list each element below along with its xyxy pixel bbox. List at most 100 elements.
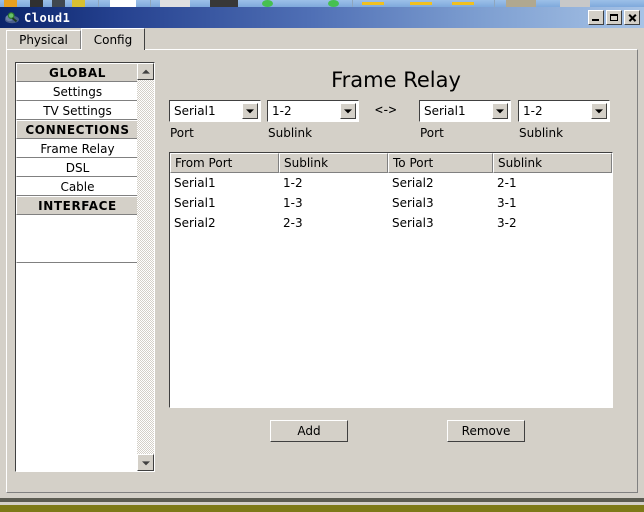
remove-button[interactable]: Remove <box>447 420 525 442</box>
column-header-from-sublink[interactable]: Sublink <box>279 153 388 173</box>
maximize-icon <box>607 11 621 24</box>
sidebar-item-dsl[interactable]: DSL <box>16 158 139 177</box>
column-header-label: From Port <box>175 156 233 170</box>
from-sublink-label: Sublink <box>268 126 313 140</box>
to-sublink-label: Sublink <box>519 126 564 140</box>
add-button-label: Add <box>297 424 321 438</box>
scroll-up-arrow-icon <box>141 69 150 74</box>
client-area: GLOBAL Settings TV Settings CONNECTIONS … <box>6 49 638 493</box>
maximize-button[interactable] <box>606 10 622 25</box>
cell-from-port: Serial1 <box>174 196 216 210</box>
page-title: Frame Relay <box>331 68 461 92</box>
close-button[interactable] <box>624 10 640 25</box>
from-sublink-select[interactable]: 1-2 <box>267 100 359 122</box>
scroll-down-button[interactable] <box>137 454 154 471</box>
toolbar-separator <box>150 0 151 7</box>
column-header-to-sublink[interactable]: Sublink <box>493 153 612 173</box>
toolbar-separator <box>494 0 495 7</box>
sidebar-item-frame-relay[interactable]: Frame Relay <box>16 139 139 158</box>
window-title: Cloud1 <box>24 10 71 25</box>
to-port-value: Serial1 <box>424 104 466 118</box>
sidebar-item-settings[interactable]: Settings <box>16 82 139 101</box>
cell-to-sublink: 2-1 <box>497 176 517 190</box>
toolbar-icon <box>560 0 590 7</box>
toolbar-icon <box>362 2 384 5</box>
toolbar-icon <box>30 0 43 7</box>
cell-from-port: Serial2 <box>174 216 216 230</box>
table-row[interactable]: Serial2 2-3 Serial3 3-2 <box>170 213 612 233</box>
chevron-down-icon[interactable] <box>591 103 607 119</box>
title-bar-left: Cloud1 <box>0 10 588 25</box>
to-port-label: Port <box>420 126 444 140</box>
toolbar-icon <box>160 0 190 7</box>
window-controls <box>588 10 644 25</box>
column-header-from-port[interactable]: From Port <box>170 153 279 173</box>
sidebar-item-empty[interactable] <box>16 215 139 263</box>
scroll-up-button[interactable] <box>137 63 154 80</box>
toolbar-icon <box>328 0 339 7</box>
sidebar-label: CONNECTIONS <box>25 122 130 137</box>
toolbar-icon <box>452 2 474 5</box>
scroll-down-arrow-icon <box>141 460 150 465</box>
from-sublink-value: 1-2 <box>272 104 292 118</box>
sidebar-label: Cable <box>60 179 95 194</box>
sidebar-label: Frame Relay <box>40 141 115 156</box>
column-header-label: To Port <box>393 156 434 170</box>
chevron-down-icon[interactable] <box>242 103 258 119</box>
title-bar[interactable]: Cloud1 <box>0 7 644 28</box>
desktop-background-strip <box>0 505 644 512</box>
window-bottom-edge <box>0 498 644 502</box>
remove-button-label: Remove <box>461 424 511 438</box>
tab-physical-label: Physical <box>19 33 68 47</box>
chevron-down-icon[interactable] <box>492 103 508 119</box>
link-arrow-label: <-> <box>375 103 397 118</box>
tab-config[interactable]: Config <box>81 28 145 50</box>
sidebar-item-cable[interactable]: Cable <box>16 177 139 196</box>
table-row[interactable]: Serial1 1-3 Serial3 3-1 <box>170 193 612 213</box>
toolbar-icon <box>410 2 432 5</box>
toolbar-icon <box>52 0 65 7</box>
minimize-icon <box>589 11 603 24</box>
sidebar-item-tv-settings[interactable]: TV Settings <box>16 101 139 120</box>
toolbar-icon <box>262 0 273 7</box>
background-toolbar-sliver <box>0 0 644 7</box>
cell-to-sublink: 3-2 <box>497 216 517 230</box>
column-header-to-port[interactable]: To Port <box>388 153 493 173</box>
tab-strip: Physical Config <box>0 28 644 50</box>
cell-to-port: Serial2 <box>392 176 434 190</box>
table-row[interactable]: Serial1 1-2 Serial2 2-1 <box>170 173 612 193</box>
sidebar-label: TV Settings <box>43 103 112 118</box>
chevron-down-icon[interactable] <box>340 103 356 119</box>
toolbar-icon <box>506 0 536 7</box>
toolbar-icon <box>72 0 85 7</box>
minimize-button[interactable] <box>588 10 604 25</box>
tab-config-label: Config <box>93 32 133 47</box>
tab-physical[interactable]: Physical <box>6 30 81 49</box>
navigation-sidebar: GLOBAL Settings TV Settings CONNECTIONS … <box>15 62 155 472</box>
to-port-select[interactable]: Serial1 <box>419 100 511 122</box>
cell-from-port: Serial1 <box>174 176 216 190</box>
toolbar-separator <box>352 0 353 7</box>
add-button[interactable]: Add <box>270 420 348 442</box>
sidebar-label: INTERFACE <box>38 198 117 213</box>
cloud-magnifier-icon <box>4 10 20 25</box>
to-sublink-select[interactable]: 1-2 <box>518 100 610 122</box>
from-port-select[interactable]: Serial1 <box>169 100 261 122</box>
application-window: Cloud1 Physical Config GLOBAL Settings T… <box>0 7 644 505</box>
sidebar-scrollbar[interactable] <box>137 63 154 471</box>
connections-table[interactable]: From Port Sublink To Port Sublink Serial… <box>169 152 613 408</box>
sidebar-list: GLOBAL Settings TV Settings CONNECTIONS … <box>16 63 139 471</box>
from-port-value: Serial1 <box>174 104 216 118</box>
table-header-row: From Port Sublink To Port Sublink <box>170 153 612 173</box>
sidebar-label: DSL <box>65 160 90 175</box>
toolbar-icon <box>4 0 17 7</box>
toolbar-separator <box>98 0 99 7</box>
selector-row: Serial1 1-2 <-> Serial1 1-2 <box>165 100 627 122</box>
sidebar-header-interface: INTERFACE <box>16 196 139 215</box>
sidebar-label: GLOBAL <box>49 65 106 80</box>
cell-from-sublink: 1-3 <box>283 196 303 210</box>
cell-from-sublink: 1-2 <box>283 176 303 190</box>
cell-to-port: Serial3 <box>392 216 434 230</box>
sidebar-label: Settings <box>52 84 103 99</box>
toolbar-icon <box>110 0 136 7</box>
